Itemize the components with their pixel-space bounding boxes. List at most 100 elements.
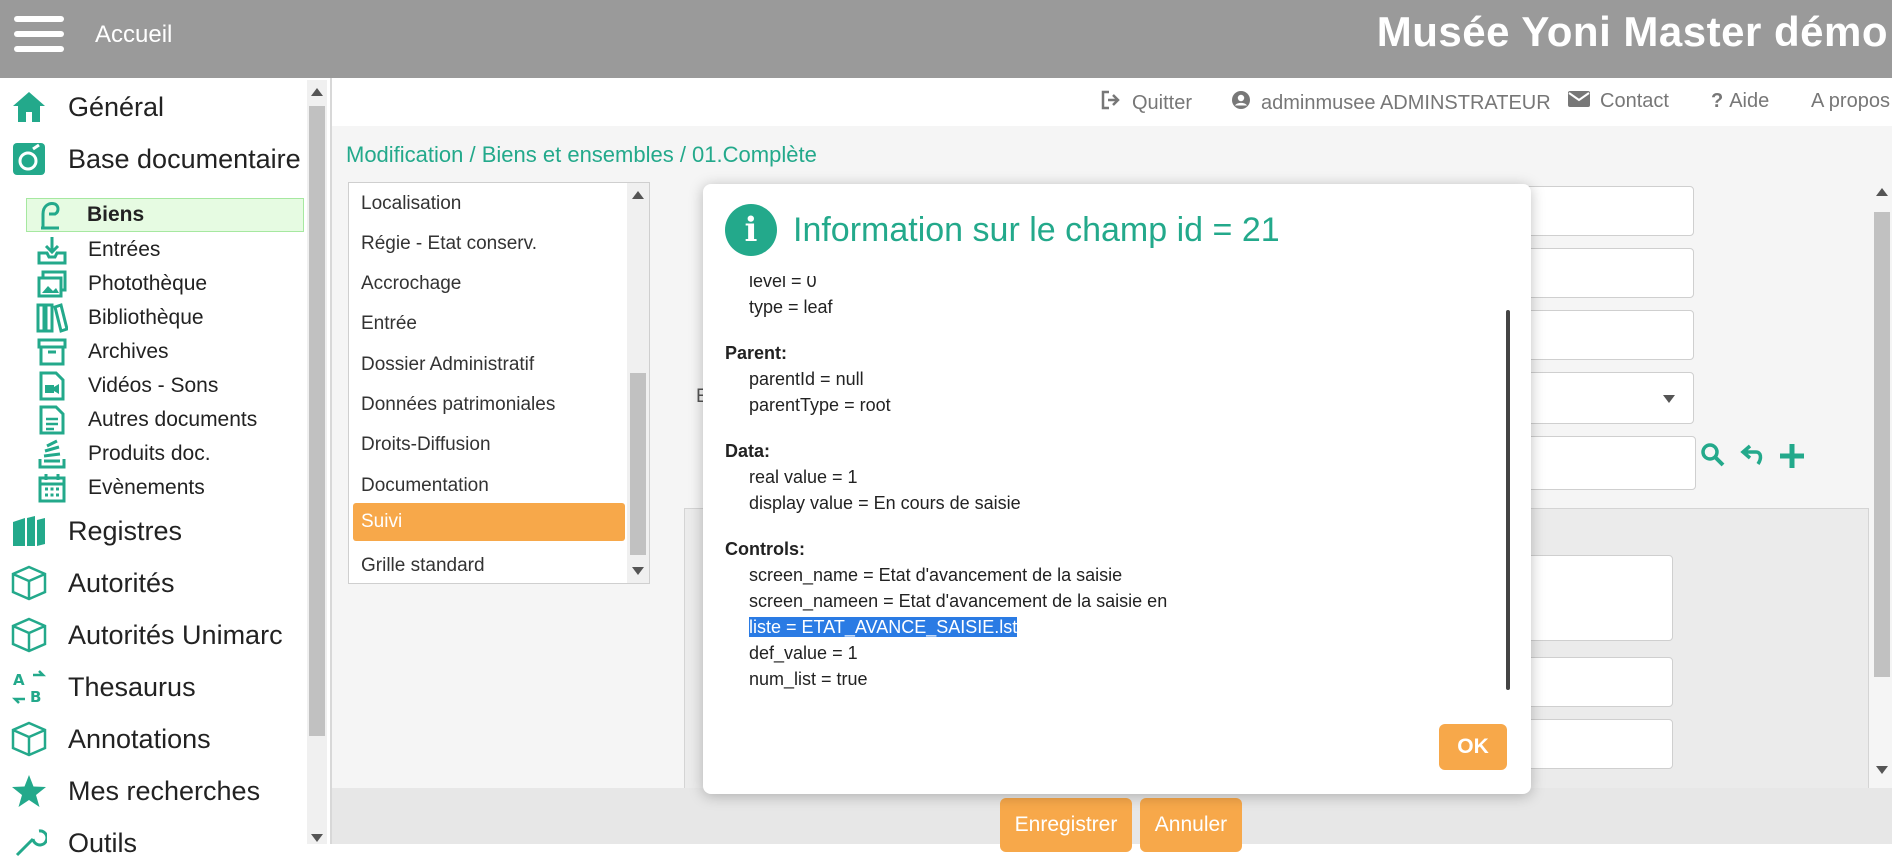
breadcrumb: Modification / Biens et ensembles / 01.C…	[346, 142, 817, 167]
sidebar-item-archives[interactable]: Archives	[36, 336, 169, 368]
info-section-header: Controls:	[725, 539, 805, 559]
info-line: level = 0	[749, 276, 817, 291]
info-line: def_value = 1	[749, 643, 858, 663]
tab-regie-etat-conserv[interactable]: Régie - Etat conserv.	[353, 225, 625, 263]
sidebar-item-label: Thesaurus	[68, 671, 196, 702]
sidebar-item-label: Outils	[68, 827, 138, 858]
info-line: screen_name = Etat d'avancement de la sa…	[749, 565, 1123, 585]
sidebar-item-autorites-unimarc[interactable]: Autorités Unimarc	[10, 616, 283, 654]
quit-label: Quitter	[1132, 91, 1193, 114]
scroll-up-arrow-icon[interactable]	[311, 88, 323, 96]
scroll-down-arrow-icon[interactable]	[1876, 766, 1888, 774]
tab-droits-diffusion[interactable]: Droits-Diffusion	[353, 426, 625, 464]
envelope-icon	[1568, 90, 1590, 113]
sidebar-item-registres[interactable]: Registres	[10, 512, 182, 550]
video-file-icon	[36, 370, 68, 402]
scroll-down-arrow-icon[interactable]	[632, 567, 644, 575]
info-line: num_list = true	[749, 669, 868, 689]
user-account-link[interactable]: adminmusee ADMINSTRATEUR	[1231, 90, 1551, 116]
tab-documentation[interactable]: Documentation	[353, 467, 625, 505]
scroll-up-arrow-icon[interactable]	[632, 191, 644, 199]
chevron-down-icon	[1663, 395, 1675, 403]
scroll-up-arrow-icon[interactable]	[1876, 188, 1888, 196]
sidebar-item-autorites[interactable]: Autorités	[10, 564, 175, 602]
dialog-content: level = 0 type = leaf Parent: parentId =…	[725, 276, 1495, 696]
sidebar-item-outils[interactable]: Outils	[10, 824, 137, 862]
about-link[interactable]: A propos	[1811, 90, 1890, 113]
registers-icon	[10, 512, 48, 550]
tab-dossier-administratif[interactable]: Dossier Administratif	[353, 346, 625, 384]
tabs-scrollbar[interactable]	[627, 183, 649, 583]
main-scroll-thumb[interactable]	[1874, 212, 1890, 677]
sidebar-item-label: Mes recherches	[68, 775, 261, 806]
tab-suivi[interactable]: Suivi	[353, 503, 625, 541]
sidebar-item-biens[interactable]: Biens	[26, 198, 304, 232]
dialog-scrollbar[interactable]	[1504, 280, 1512, 700]
sidebar-item-label: Registres	[68, 515, 183, 546]
info-section-header: Data:	[725, 441, 771, 461]
sidebar-item-label: Vidéos - Sons	[88, 374, 219, 397]
sidebar-item-label: Evènements	[88, 476, 205, 499]
about-label: A propos	[1811, 90, 1890, 112]
tab-donnees-patrimoniales[interactable]: Données patrimoniales	[353, 386, 625, 424]
dialog-scroll-thumb[interactable]	[1506, 310, 1510, 690]
sidebar-item-label: Annotations	[68, 723, 211, 754]
contact-label: Contact	[1600, 90, 1669, 112]
tab-entree[interactable]: Entrée	[353, 305, 625, 343]
sidebar-item-evenements[interactable]: Evènements	[36, 472, 205, 504]
sidebar-item-annotations[interactable]: Annotations	[10, 720, 211, 758]
tab-grille-standard[interactable]: Grille standard	[353, 547, 625, 585]
sidebar-item-label: Entrées	[88, 238, 161, 261]
info-icon: i	[725, 204, 777, 256]
sidebar-item-label: Base documentaire	[68, 143, 301, 174]
star-icon	[10, 772, 48, 810]
sidebar-item-produits-doc[interactable]: Produits doc.	[36, 438, 211, 470]
sidebar-item-thesaurus[interactable]: AB Thesaurus	[10, 668, 196, 706]
stack-icon	[36, 438, 68, 470]
user-circle-icon	[1231, 90, 1251, 116]
tab-localisation[interactable]: Localisation	[353, 185, 625, 223]
main-scrollbar[interactable]	[1872, 182, 1892, 778]
undo-icon[interactable]	[1740, 442, 1766, 475]
documents-base-icon	[10, 140, 48, 178]
tabs-scroll-thumb[interactable]	[630, 373, 646, 555]
sidebar-item-autres-documents[interactable]: Autres documents	[36, 404, 257, 436]
box-icon	[10, 564, 48, 602]
sign-out-icon	[1100, 90, 1122, 116]
home-link[interactable]: Accueil	[95, 21, 172, 49]
search-icon[interactable]	[1700, 442, 1726, 475]
section-tabs-list: Localisation Régie - Etat conserv. Accro…	[348, 182, 650, 584]
sidebar-item-label: Photothèque	[88, 272, 208, 295]
sidebar-scrollbar[interactable]	[307, 80, 327, 844]
sidebar-item-entrees[interactable]: Entrées	[36, 234, 160, 266]
ok-button[interactable]: OK	[1439, 724, 1507, 770]
scroll-down-arrow-icon[interactable]	[311, 834, 323, 842]
sidebar-item-base-documentaire[interactable]: Base documentaire	[10, 140, 301, 178]
sidebar-item-videos-sons[interactable]: Vidéos - Sons	[36, 370, 218, 402]
hamburger-menu-icon[interactable]	[14, 16, 64, 52]
help-link[interactable]: ? Aide	[1711, 90, 1769, 113]
tab-accrochage[interactable]: Accrochage	[353, 265, 625, 303]
sidebar-item-general[interactable]: Général	[10, 88, 164, 126]
sidebar-item-label: Général	[68, 91, 165, 122]
sidebar-item-label: Autres documents	[88, 408, 258, 431]
contact-link[interactable]: Contact	[1568, 90, 1669, 113]
photos-icon	[36, 268, 68, 300]
tools-icon	[10, 824, 48, 862]
books-icon	[36, 302, 68, 334]
quit-link[interactable]: Quitter	[1100, 90, 1192, 116]
dialog-title: Information sur le champ id = 21	[793, 211, 1280, 249]
info-line: parentType = root	[749, 395, 891, 415]
add-icon[interactable]	[1778, 442, 1806, 477]
info-section-header: Parent:	[725, 343, 788, 363]
archive-box-icon	[36, 336, 68, 368]
sidebar-item-phototheque[interactable]: Photothèque	[36, 268, 207, 300]
sidebar-item-label: Biens	[87, 203, 145, 226]
sidebar-item-label: Bibliothèque	[88, 306, 204, 329]
sidebar-scroll-thumb[interactable]	[309, 106, 325, 736]
top-bar: Accueil Musée Yoni Master démo	[0, 0, 1892, 78]
sidebar-item-mes-recherches[interactable]: Mes recherches	[10, 772, 260, 810]
sidebar-item-bibliotheque[interactable]: Bibliothèque	[36, 302, 204, 334]
box-icon	[10, 720, 48, 758]
selected-text[interactable]: liste = ETAT_AVANCE_SAISIE.lst	[749, 617, 1018, 637]
